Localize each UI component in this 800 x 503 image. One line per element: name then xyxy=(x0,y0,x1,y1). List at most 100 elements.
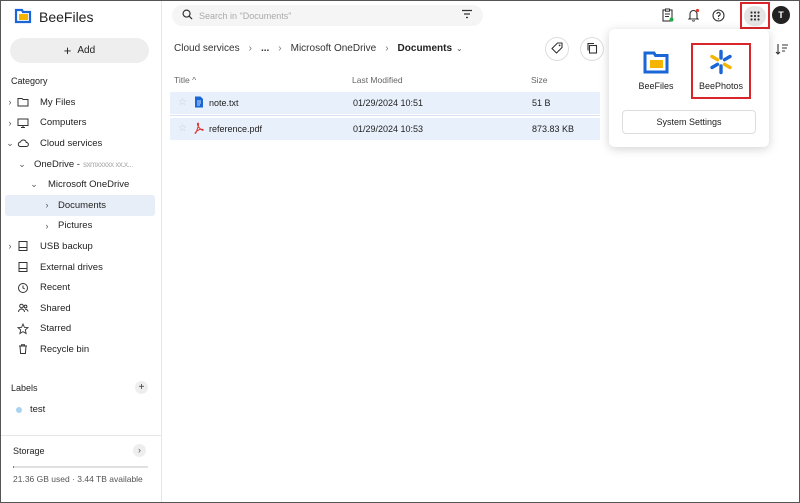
file-size: 51 B xyxy=(532,98,551,108)
breadcrumb-item[interactable]: ... xyxy=(261,43,269,54)
app-tile-beefiles[interactable]: BeeFiles xyxy=(626,45,686,91)
trash-icon xyxy=(15,343,31,355)
breadcrumb-item[interactable]: Cloud services xyxy=(174,43,240,54)
storage-divider xyxy=(1,435,162,436)
search-bar[interactable] xyxy=(172,5,483,26)
external-drive-icon xyxy=(15,261,31,273)
chevron-right-icon[interactable]: › xyxy=(42,200,52,210)
system-settings-button[interactable]: System Settings xyxy=(622,110,756,134)
file-modified: 01/29/2024 10:51 xyxy=(353,98,424,108)
folder-icon xyxy=(15,96,31,108)
sidebar-item-external-drives[interactable]: External drives xyxy=(5,257,155,278)
beefiles-logo-icon xyxy=(14,8,32,27)
help-icon[interactable] xyxy=(710,7,726,23)
chevron-down-icon[interactable]: ⌄ xyxy=(29,179,39,190)
people-icon xyxy=(15,302,31,314)
sidebar-item-label: Recycle bin xyxy=(40,343,90,355)
monitor-icon xyxy=(15,117,31,129)
chevron-right-icon[interactable]: › xyxy=(5,118,15,128)
storage-usage-text: 21.36 GB used · 3.44 TB available xyxy=(13,474,143,484)
brand[interactable]: BeeFiles xyxy=(14,8,93,26)
grid-icon xyxy=(744,5,766,26)
sidebar-item-label: Shared xyxy=(40,302,71,314)
filter-icon[interactable] xyxy=(461,9,473,22)
beephotos-logo-icon xyxy=(708,49,734,75)
star-icon xyxy=(15,322,31,335)
app-tile-beephotos[interactable]: BeePhotos xyxy=(691,43,751,99)
file-modified: 01/29/2024 10:53 xyxy=(353,124,424,134)
table-row[interactable]: ☆ note.txt 01/29/2024 10:51 51 B xyxy=(170,92,600,114)
column-header-title[interactable]: Title ^ xyxy=(174,75,196,85)
column-header-label: Title xyxy=(174,75,190,85)
sidebar-item-usb-backup[interactable]: › USB backup xyxy=(5,236,155,257)
chevron-down-icon[interactable]: ⌄ xyxy=(5,138,15,149)
sidebar-item-cloud-services[interactable]: ⌄ Cloud services xyxy=(5,133,155,154)
chevron-right-icon: › xyxy=(248,43,252,54)
sidebar-item-label: Documents xyxy=(58,199,107,211)
chevron-down-icon[interactable]: ⌄ xyxy=(17,159,27,170)
add-button-label: Add xyxy=(77,45,96,56)
task-clipboard-icon[interactable] xyxy=(659,7,675,23)
star-outline-icon[interactable]: ☆ xyxy=(178,97,187,108)
file-name[interactable]: reference.pdf xyxy=(209,124,262,134)
row-divider xyxy=(170,115,600,116)
beefiles-logo-icon xyxy=(643,49,669,75)
search-input[interactable] xyxy=(199,10,455,21)
usb-drive-icon xyxy=(15,240,31,252)
breadcrumb: Cloud services › ... › Microsoft OneDriv… xyxy=(174,43,463,54)
chevron-right-icon[interactable]: › xyxy=(5,97,15,107)
blurred-account-name: sxmxxxxx xx.x... xyxy=(82,159,133,169)
sidebar-item-recent[interactable]: Recent xyxy=(5,277,155,298)
tag-icon xyxy=(551,41,563,57)
cloud-icon xyxy=(15,137,31,149)
app-tile-label: BeePhotos xyxy=(698,81,744,91)
add-button[interactable]: + Add xyxy=(10,38,149,63)
sidebar-item-my-files[interactable]: › My Files xyxy=(5,92,155,113)
sidebar-item-recycle-bin[interactable]: Recycle bin xyxy=(5,339,155,360)
label-item-test[interactable]: test xyxy=(30,404,45,415)
breadcrumb-item[interactable]: Microsoft OneDrive xyxy=(291,43,377,54)
sidebar-item-label: Computers xyxy=(40,117,87,129)
category-heading: Category xyxy=(11,76,48,86)
chevron-right-icon[interactable]: › xyxy=(5,241,15,251)
sidebar-item-shared[interactable]: Shared xyxy=(5,298,155,319)
add-label-button[interactable]: + xyxy=(135,381,148,394)
chevron-right-icon: › xyxy=(385,43,389,54)
category-nav: › My Files › Computers ⌄ Cloud services … xyxy=(5,92,155,360)
sort-ascending-icon: ^ xyxy=(192,75,197,85)
table-row[interactable]: ☆ reference.pdf 01/29/2024 10:53 873.83 … xyxy=(170,118,600,140)
sidebar-item-label: Pictures xyxy=(58,220,93,232)
chevron-down-icon[interactable]: ⌄ xyxy=(456,44,463,53)
plus-icon: + xyxy=(63,43,72,58)
column-header-size[interactable]: Size xyxy=(531,75,548,85)
sidebar-item-documents[interactable]: › Documents xyxy=(5,194,155,216)
sidebar-item-onedrive[interactable]: ⌄ OneDrive - sxmxxxxx xx.x... xyxy=(5,154,155,175)
notification-bell-icon[interactable] xyxy=(685,7,701,23)
sidebar-item-starred[interactable]: Starred xyxy=(5,319,155,340)
storage-usage-fill xyxy=(13,466,15,468)
copy-icon xyxy=(586,42,598,57)
sort-icon[interactable] xyxy=(775,43,789,55)
app-launcher-menu: BeeFiles BeePhotos System Settings xyxy=(609,29,769,147)
file-size: 873.83 KB xyxy=(532,124,575,134)
tag-button[interactable] xyxy=(545,37,569,61)
app-launcher-button[interactable] xyxy=(740,2,770,29)
sidebar-item-label: Starred xyxy=(40,323,72,335)
storage-expand-button[interactable]: › xyxy=(133,444,146,457)
sidebar-item-microsoft-onedrive[interactable]: ⌄ Microsoft OneDrive xyxy=(5,174,155,195)
sidebar-item-label: My Files xyxy=(40,96,76,108)
storage-heading: Storage xyxy=(13,446,45,456)
copy-button[interactable] xyxy=(580,37,604,61)
clock-icon xyxy=(15,282,31,294)
labels-heading: Labels xyxy=(11,383,38,393)
sidebar-item-computers[interactable]: › Computers xyxy=(5,113,155,134)
sidebar-item-pictures[interactable]: › Pictures xyxy=(5,216,155,237)
column-header-modified[interactable]: Last Modified xyxy=(352,75,403,85)
text-file-icon xyxy=(194,96,204,108)
chevron-right-icon[interactable]: › xyxy=(42,221,52,231)
star-outline-icon[interactable]: ☆ xyxy=(178,123,187,134)
breadcrumb-current[interactable]: Documents xyxy=(398,43,452,54)
brand-name: BeeFiles xyxy=(39,9,94,25)
user-avatar[interactable]: T xyxy=(772,6,790,24)
file-name[interactable]: note.txt xyxy=(209,98,239,108)
